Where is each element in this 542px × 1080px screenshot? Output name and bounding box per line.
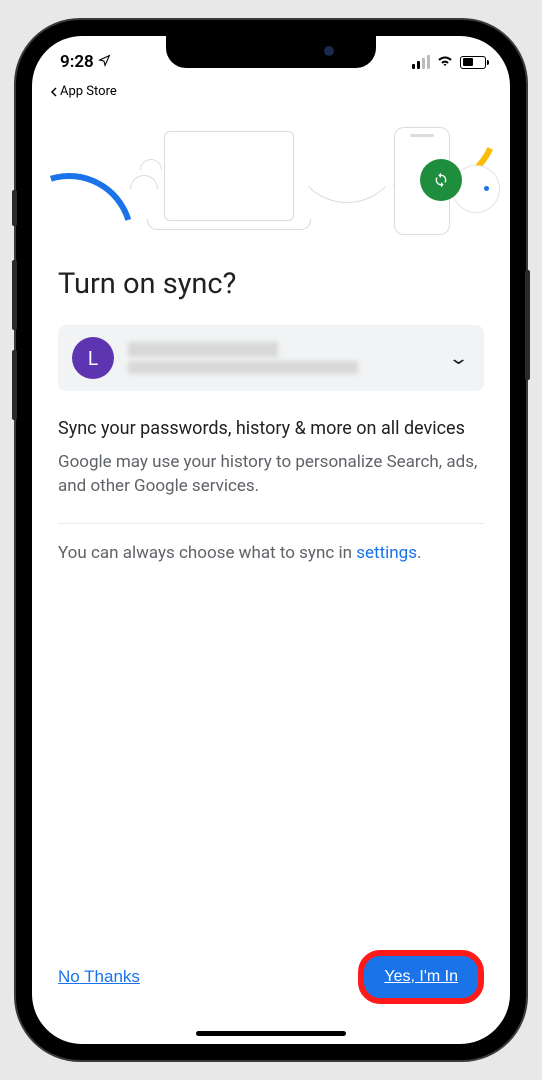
account-selector[interactable]: L ⌄ [58,325,484,391]
settings-link[interactable]: settings [356,543,417,563]
sync-heading: Sync your passwords, history & more on a… [58,417,484,441]
cellular-icon [412,55,430,69]
battery-icon [460,56,486,69]
account-info-redacted [128,342,437,374]
avatar: L [72,337,114,379]
back-to-app[interactable]: App Store [32,84,510,103]
divider [58,523,484,524]
sync-subtext: Google may use your history to personali… [58,451,484,499]
chevron-down-icon: ⌄ [448,348,469,369]
sync-illustration [32,103,510,253]
yes-im-in-button[interactable]: Yes, I'm In [364,956,478,998]
no-thanks-button[interactable]: No Thanks [58,967,140,987]
home-indicator[interactable] [196,1031,346,1036]
sync-icon [420,159,462,201]
back-app-label: App Store [60,84,117,99]
page-title: Turn on sync? [58,267,484,301]
location-icon [98,54,111,71]
status-time: 9:28 [60,52,94,72]
settings-note: You can always choose what to sync in se… [58,542,484,566]
wifi-icon [436,52,454,72]
